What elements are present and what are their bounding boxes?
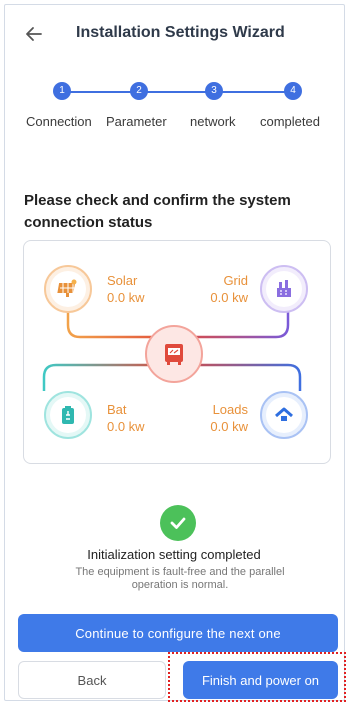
- wizard-stepper: 1 2 3 4 Connection Parameter network com…: [0, 80, 348, 140]
- power-grid-icon: [277, 280, 291, 297]
- step-4-marker: 4: [284, 82, 302, 100]
- step-2-label: Parameter: [106, 114, 167, 129]
- battery-value: 0.0 kw: [107, 419, 145, 434]
- solar-node: [44, 265, 92, 313]
- step-1-label: Connection: [26, 114, 92, 129]
- success-check-icon: [160, 505, 196, 541]
- back-button[interactable]: Back: [18, 661, 166, 699]
- step-4-label: completed: [260, 114, 320, 129]
- solar-value: 0.0 kw: [107, 290, 145, 305]
- battery-icon: [62, 406, 74, 424]
- inverter-node: [145, 325, 203, 383]
- page-title: Installation Settings Wizard: [76, 24, 285, 41]
- stepper-line: [62, 91, 294, 93]
- loads-node: [260, 391, 308, 439]
- step-2-marker: 2: [130, 82, 148, 100]
- finish-power-on-button[interactable]: Finish and power on: [183, 661, 338, 699]
- continue-button[interactable]: Continue to configure the next one: [18, 614, 338, 652]
- header: Installation Settings Wizard: [0, 0, 348, 60]
- system-diagram-card: Solar 0.0 kw Grid 0.0 kw Bat 0.0 kw Load…: [23, 240, 331, 464]
- solar-label: Solar: [107, 273, 138, 288]
- status-title: Initialization setting completed: [87, 547, 261, 562]
- inverter-icon: [165, 344, 183, 365]
- loads-label: Loads: [212, 402, 248, 417]
- back-arrow-icon[interactable]: [24, 24, 44, 44]
- battery-node: [44, 391, 92, 439]
- step-1-marker: 1: [53, 82, 71, 100]
- status-description: The equipment is fault-free and the para…: [75, 566, 285, 591]
- grid-label: Grid: [223, 273, 248, 288]
- solar-panel-icon: [57, 279, 77, 297]
- battery-label: Bat: [107, 402, 127, 417]
- step-3-label: network: [190, 114, 236, 129]
- grid-value: 0.0 kw: [210, 290, 248, 305]
- loads-value: 0.0 kw: [210, 419, 248, 434]
- confirm-heading: Please check and confirm the system conn…: [24, 192, 291, 231]
- home-icon: [275, 407, 293, 421]
- grid-node: [260, 265, 308, 313]
- step-3-marker: 3: [205, 82, 223, 100]
